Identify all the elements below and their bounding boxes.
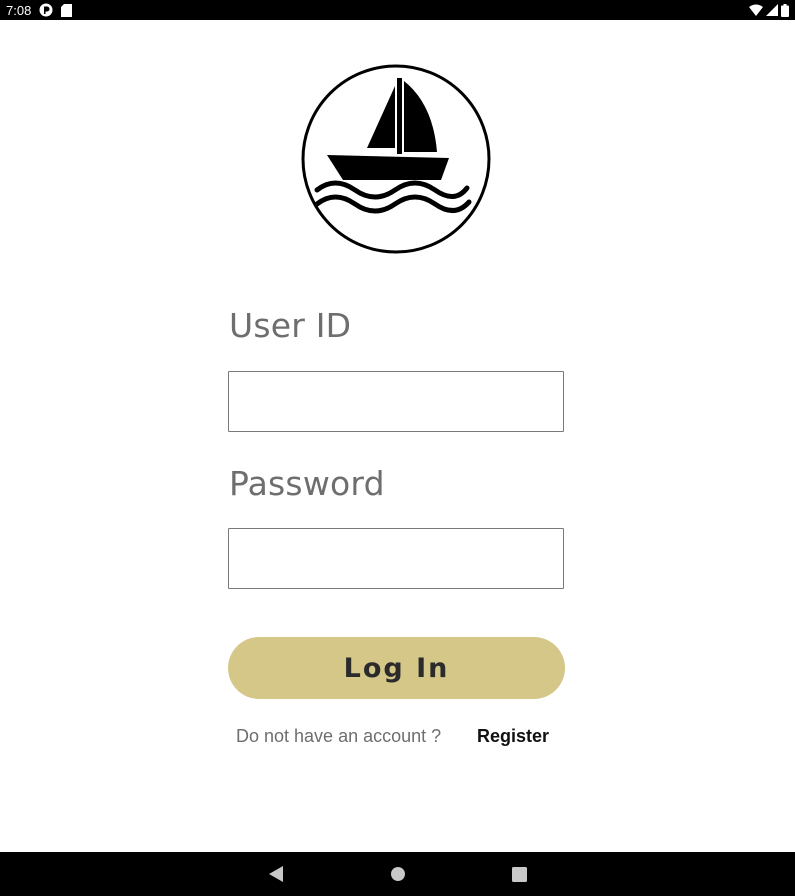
wifi-icon	[749, 4, 763, 16]
user-id-label: User ID	[229, 306, 352, 345]
status-bar: 7:08	[0, 0, 795, 20]
sailboat-logo-icon	[301, 64, 491, 254]
register-link[interactable]: Register	[477, 726, 549, 747]
login-button[interactable]: Log In	[228, 637, 565, 699]
app-notification-icon	[39, 3, 53, 17]
status-time: 7:08	[6, 2, 32, 18]
status-right	[749, 3, 789, 17]
home-icon[interactable]	[386, 862, 410, 886]
password-label: Password	[229, 464, 385, 503]
back-icon[interactable]	[264, 862, 288, 886]
register-row: Do not have an account ? Register	[236, 726, 566, 750]
recents-icon[interactable]	[508, 862, 532, 886]
user-id-input[interactable]	[228, 371, 564, 432]
status-left: 7:08	[6, 2, 73, 18]
cell-signal-icon	[766, 4, 778, 16]
sd-card-icon	[61, 3, 73, 17]
login-screen: User ID Password Log In Do not have an a…	[0, 20, 795, 852]
password-input[interactable]	[228, 528, 564, 589]
battery-icon	[781, 3, 789, 17]
register-prompt: Do not have an account ?	[236, 726, 442, 746]
navigation-bar	[0, 852, 795, 896]
